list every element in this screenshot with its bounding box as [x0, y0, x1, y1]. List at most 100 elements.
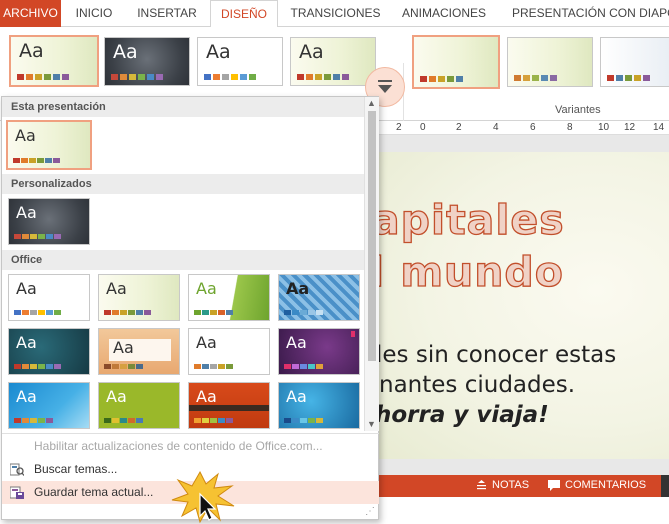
color-swatches: [194, 418, 233, 423]
themes-dropdown-panel: Esta presentación Aa Personalizados Aa O…: [1, 96, 379, 520]
variant-item-3[interactable]: [600, 37, 669, 87]
horizontal-ruler: 2 0 2 4 6 8 10 12 14: [378, 121, 669, 135]
color-swatches: [514, 75, 557, 81]
tab-transiciones[interactable]: TRANSICIONES: [283, 0, 388, 27]
variants-group-label: Variantes: [555, 104, 601, 116]
slide-title-line2: l mundo: [378, 247, 564, 296]
theme-preview-text: Aa: [286, 387, 307, 406]
theme-preview-text: Aa: [286, 279, 310, 298]
theme-preview-text: Aa: [19, 40, 44, 62]
color-swatches: [111, 74, 163, 80]
ribbon-tabs: ARCHIVO INICIO INSERTAR DISEÑO TRANSICIO…: [0, 0, 669, 28]
slide[interactable]: apitales l mundo les sin conocer estas n…: [378, 152, 669, 459]
theme-preview-text: Aa: [106, 387, 127, 406]
status-bar: NOTAS COMENTARIOS: [378, 475, 669, 497]
save-theme-icon: [10, 486, 24, 499]
theme-item-office[interactable]: Aa: [8, 274, 90, 321]
theme-item-berlin[interactable]: Aa: [278, 328, 360, 375]
theme-gallery-item-slate[interactable]: Aa: [104, 37, 190, 86]
variant-item-2[interactable]: [507, 37, 593, 87]
resize-grip-icon[interactable]: ⋰: [365, 506, 375, 517]
color-swatches: [284, 418, 323, 423]
tab-diseno[interactable]: DISEÑO: [210, 0, 278, 28]
scroll-down-icon[interactable]: ▼: [367, 419, 376, 429]
section-header-office: Office: [2, 250, 364, 270]
theme-preview-text: Aa: [299, 41, 324, 63]
theme-preview-text: Aa: [196, 333, 217, 352]
theme-preview-text: Aa: [196, 387, 217, 406]
tab-archivo[interactable]: ARCHIVO: [0, 0, 61, 27]
theme-item-ion-boardroom[interactable]: Aa: [8, 328, 90, 375]
notes-button[interactable]: NOTAS: [476, 479, 529, 491]
theme-item-green[interactable]: Aa: [98, 382, 180, 429]
scroll-up-icon[interactable]: ▲: [367, 98, 376, 108]
theme-item-current[interactable]: Aa: [6, 120, 92, 170]
comments-button[interactable]: COMENTARIOS: [548, 479, 646, 491]
slide-title-line1: apitales: [378, 195, 565, 244]
theme-item-blue[interactable]: Aa: [278, 382, 360, 429]
theme-item-facet[interactable]: Aa: [98, 274, 180, 321]
ruler-tick: 2: [456, 122, 462, 133]
tab-inicio[interactable]: INICIO: [66, 0, 122, 27]
slide-body-line2: nantes ciudades.: [379, 372, 576, 398]
tab-presentacion[interactable]: PRESENTACIÓN CON DIAPOS: [500, 0, 669, 27]
theme-gallery-item-office[interactable]: Aa: [197, 37, 283, 86]
theme-gallery-item-current[interactable]: Aa: [9, 35, 99, 87]
theme-item-wood[interactable]: Aa: [98, 328, 180, 375]
color-swatches: [104, 418, 143, 423]
color-swatches: [204, 74, 256, 80]
scroll-thumb[interactable]: [368, 111, 376, 361]
browse-themes-icon: [10, 463, 24, 476]
color-swatches: [14, 234, 61, 239]
section-header-this-presentation: Esta presentación: [2, 97, 364, 117]
theme-preview-text: Aa: [286, 333, 307, 352]
color-swatches: [13, 158, 60, 163]
theme-preview-text: Aa: [15, 126, 36, 145]
slide-body-line1: les sin conocer estas: [378, 342, 617, 368]
theme-item-ion[interactable]: Aa: [188, 274, 270, 321]
color-swatches: [14, 364, 61, 369]
ruler-tick: 0: [420, 122, 426, 133]
section-header-custom: Personalizados: [2, 174, 364, 194]
enable-updates-command: Habilitar actualizaciones de contenido d…: [2, 435, 379, 458]
ruler-tick: 2: [396, 122, 402, 133]
theme-preview-text: Aa: [16, 279, 37, 298]
color-swatches: [194, 310, 233, 315]
tab-animaciones[interactable]: ANIMACIONES: [392, 0, 496, 27]
theme-preview-text: Aa: [16, 387, 37, 406]
slide-body-line3: horra y viaja!: [378, 402, 549, 428]
tab-insertar[interactable]: INSERTAR: [128, 0, 206, 27]
theme-item-orange[interactable]: Aa: [188, 382, 270, 429]
theme-item-pattern[interactable]: Aa: [278, 274, 360, 321]
ruler-tick: 10: [598, 122, 610, 133]
theme-item-custom-slate[interactable]: Aa: [8, 198, 90, 245]
theme-gallery-item-facet[interactable]: Aa: [290, 37, 376, 86]
theme-item-slice[interactable]: Aa: [8, 382, 90, 429]
notes-label: NOTAS: [492, 479, 530, 491]
color-swatches: [17, 74, 69, 80]
color-swatches: [297, 74, 349, 80]
ruler-tick: 8: [567, 122, 573, 133]
click-highlight-icon: [171, 470, 235, 524]
comments-label: COMENTARIOS: [565, 479, 647, 491]
comment-icon: [548, 479, 560, 491]
color-swatches: [284, 310, 323, 315]
expand-gallery-icon: [378, 80, 392, 93]
normal-view-icon[interactable]: [661, 475, 669, 497]
color-swatches: [284, 364, 323, 369]
theme-preview-text: Aa: [16, 333, 37, 352]
search-themes-label: Buscar temas...: [34, 462, 118, 476]
ruler-tick: 14: [653, 122, 665, 133]
theme-item-retrospect[interactable]: Aa: [188, 328, 270, 375]
enable-updates-label: Habilitar actualizaciones de contenido d…: [34, 439, 323, 453]
save-current-theme-label: Guardar tema actual...: [34, 485, 154, 499]
color-swatches: [194, 364, 233, 369]
ruler-tick: 12: [624, 122, 636, 133]
gallery-scrollbar[interactable]: ▲ ▼: [364, 97, 379, 431]
variant-item-1[interactable]: [412, 35, 500, 89]
ruler-tick: 4: [493, 122, 499, 133]
ruler-tick: 6: [530, 122, 536, 133]
color-swatches: [14, 310, 61, 315]
theme-preview-text: Aa: [106, 279, 127, 298]
notes-icon: [477, 479, 486, 489]
